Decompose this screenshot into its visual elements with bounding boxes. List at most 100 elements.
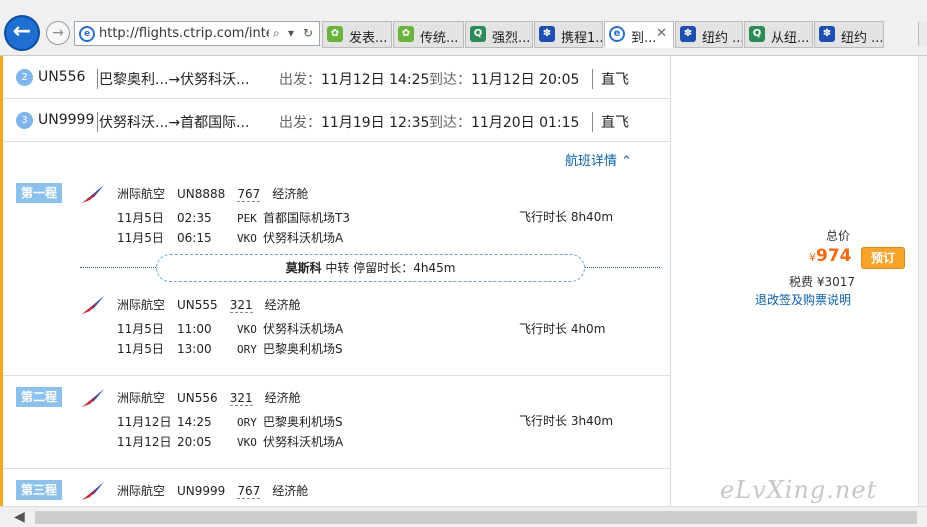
departure-line: 11月5日 11:00 VKO 伏努科沃机场A xyxy=(117,320,343,337)
back-icon[interactable]: ← xyxy=(4,15,40,51)
airline-logo-icon xyxy=(82,185,104,203)
divider xyxy=(3,468,670,469)
paw-icon: ✽ xyxy=(539,26,555,42)
airport-name: 伏努科沃机场A xyxy=(263,322,344,336)
price: ¥974 xyxy=(809,246,852,266)
aircraft-type[interactable]: 321 xyxy=(229,298,253,313)
arrival-line: 11月5日 13:00 ORY 巴黎奥利机场S xyxy=(117,340,343,357)
summary-row[interactable]: 2 UN556 巴黎奥利...→伏努科沃... 出发：11月12日 14:25 … xyxy=(3,56,670,99)
flight-info: 洲际航空 UN555 321 经济舱 xyxy=(117,296,313,313)
q-icon: Q xyxy=(470,26,486,42)
arr-label: 到达： xyxy=(429,115,471,131)
departure: 出发：11月19日 12:35 xyxy=(279,112,429,132)
scroll-thumb[interactable] xyxy=(35,511,917,524)
browser-toolbar: ← → e http://flights.ctrip.com/interr ⌕ … xyxy=(0,0,927,56)
cabin: 经济舱 xyxy=(264,298,301,312)
flight-details-label: 航班详情 xyxy=(565,154,618,169)
cabin: 经济舱 xyxy=(272,484,309,498)
price-panel: 总价 ¥974 预订 税费 ¥3017 退改签及购票说明 xyxy=(672,56,918,506)
e-icon: e xyxy=(609,26,625,42)
flight-duration: 飞行时长 8h40m xyxy=(519,210,614,224)
address-bar[interactable]: e http://flights.ctrip.com/interr ⌕ ▾ ↻ xyxy=(74,21,320,46)
airline: 洲际航空 xyxy=(117,298,166,312)
time: 20:05 xyxy=(177,435,212,449)
date: 11月5日 xyxy=(117,342,164,356)
forward-icon[interactable]: → xyxy=(46,21,70,45)
date: 11月12日 xyxy=(117,435,172,449)
airport-name: 巴黎奥利机场S xyxy=(263,342,343,356)
segment-tag: 第一程 xyxy=(16,183,62,203)
airport-name: 伏努科沃机场A xyxy=(263,435,344,449)
scroll-left-icon[interactable]: ◀ xyxy=(14,509,25,525)
search-icon[interactable]: ⌕ xyxy=(273,26,280,41)
airport-code: ORY xyxy=(237,416,257,429)
airport-name: 首都国际机场T3 xyxy=(263,211,350,225)
date: 11月5日 xyxy=(117,322,164,336)
airport-code: PEK xyxy=(237,212,257,225)
airport-name: 伏努科沃机场A xyxy=(263,231,344,245)
flight-info: 洲际航空 UN8888 767 经济舱 xyxy=(117,185,320,202)
vertical-scrollbar[interactable] xyxy=(918,56,927,506)
tab-4[interactable]: e 到... ✕ xyxy=(604,21,674,48)
leaf-icon: ✿ xyxy=(398,26,414,42)
refund-policy-link[interactable]: 退改签及购票说明 xyxy=(755,291,851,308)
row-number: 2 xyxy=(16,69,33,86)
airport-code: VKO xyxy=(237,232,257,245)
arrival-line: 11月12日 20:05 VKO 伏努科沃机场A xyxy=(117,433,343,450)
paw-icon: ✽ xyxy=(819,26,835,42)
q-icon: Q xyxy=(749,26,765,42)
time: 06:15 xyxy=(177,231,212,245)
time: 14:25 xyxy=(177,415,212,429)
tab-2[interactable]: Q 强烈... xyxy=(465,21,533,48)
horizontal-scrollbar[interactable]: ◀ xyxy=(0,506,927,527)
dropdown-icon[interactable]: ▾ xyxy=(288,26,294,40)
flight-number: UN9999 xyxy=(38,112,95,128)
arrival-line: 11月5日 06:15 VKO 伏努科沃机场A xyxy=(117,229,343,246)
time: 02:35 xyxy=(177,211,212,225)
airport-code: ORY xyxy=(237,343,257,356)
departure: 出发：11月12日 14:25 xyxy=(279,69,429,89)
transfer-text: 中转 停留时长：4h45m xyxy=(325,261,456,275)
divider xyxy=(3,375,670,376)
new-tab-icon[interactable] xyxy=(918,22,927,46)
airline: 洲际航空 xyxy=(117,484,166,498)
tab-6[interactable]: Q 从纽... xyxy=(744,21,813,48)
transfer-city: 莫斯科 xyxy=(285,261,322,275)
tab-1[interactable]: ✿ 传统... xyxy=(393,21,464,48)
currency-symbol: ¥ xyxy=(809,251,816,264)
tab-7[interactable]: ✽ 纽约 ... xyxy=(814,21,884,48)
route: 巴黎奥利...→伏努科沃... xyxy=(97,69,257,89)
tab-0[interactable]: ✿ 发表... xyxy=(322,21,392,48)
cabin: 经济舱 xyxy=(264,391,301,405)
date: 11月5日 xyxy=(117,231,164,245)
book-button[interactable]: 预订 xyxy=(861,247,905,269)
airport-code: VKO xyxy=(237,323,257,336)
tab-3[interactable]: ✽携程1... xyxy=(534,21,603,48)
flight-details-toggle[interactable]: 航班详情 ⌃ xyxy=(565,150,632,169)
arr-time: 11月12日 20:05 xyxy=(471,72,580,88)
dep-label: 出发： xyxy=(279,72,321,88)
aircraft-type[interactable]: 767 xyxy=(237,484,261,499)
flight-info: 洲际航空 UN9999 767 经济舱 xyxy=(117,482,320,499)
aircraft-type[interactable]: 767 xyxy=(237,187,261,202)
direct-label: 直飞 xyxy=(592,69,629,89)
ie-favicon-icon: e xyxy=(79,26,95,42)
route: 伏努科沃...→首都国际... xyxy=(97,112,257,132)
cabin: 经济舱 xyxy=(272,187,309,201)
aircraft-type[interactable]: 321 xyxy=(229,391,253,406)
flight-duration: 飞行时长 4h0m xyxy=(519,322,606,336)
segment-tag: 第二程 xyxy=(16,387,62,407)
close-icon[interactable]: ✕ xyxy=(656,26,667,41)
date: 11月5日 xyxy=(117,211,164,225)
tab-5[interactable]: ✽ 纽约 ... xyxy=(675,21,743,48)
chevron-up-icon: ⌃ xyxy=(621,154,633,169)
price-value: 974 xyxy=(816,246,852,266)
departure-line: 11月12日 14:25 ORY 巴黎奥利机场S xyxy=(117,413,343,430)
departure-line: 11月5日 02:35 PEK 首都国际机场T3 xyxy=(117,209,350,226)
summary-row[interactable]: 3 UN9999 伏努科沃...→首都国际... 出发：11月19日 12:35… xyxy=(3,99,670,142)
flight-number: UN8888 xyxy=(177,187,226,201)
flight-number: UN9999 xyxy=(177,484,226,498)
refresh-icon[interactable]: ↻ xyxy=(303,26,313,40)
time: 13:00 xyxy=(177,342,212,356)
dep-label: 出发： xyxy=(279,115,321,131)
